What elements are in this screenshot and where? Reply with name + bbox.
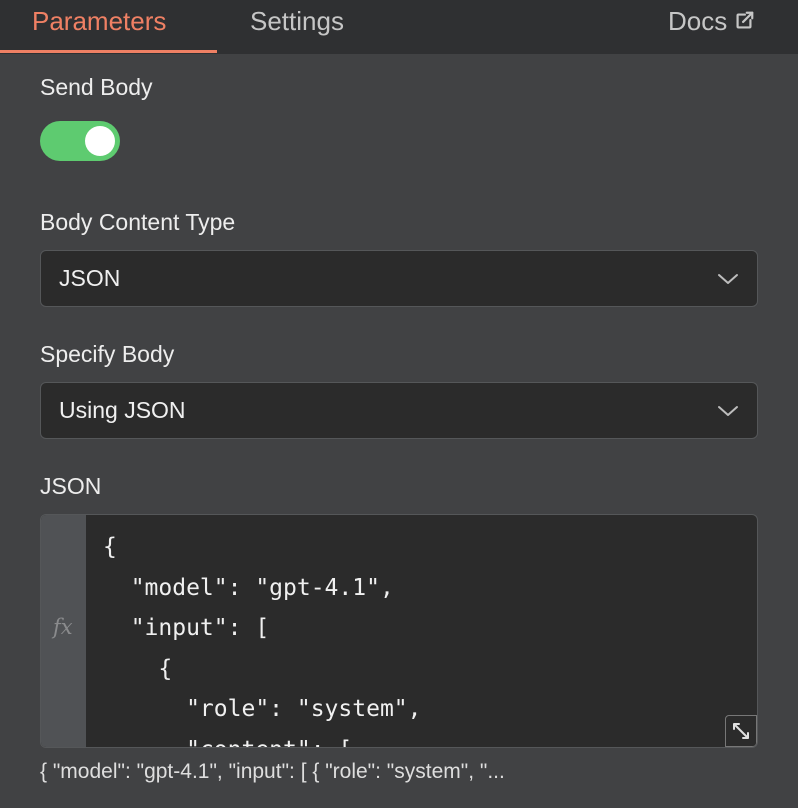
specify-body-value: Using JSON — [59, 397, 186, 423]
send-body-label: Send Body — [40, 74, 153, 100]
code-line: { — [103, 655, 173, 682]
fx-icon: fx — [53, 615, 73, 639]
code-line: "input": [ — [103, 615, 270, 641]
expand-editor-button[interactable] — [725, 715, 757, 747]
tab-parameters[interactable]: Parameters — [32, 6, 166, 36]
docs-link[interactable]: Docs — [668, 6, 755, 36]
specify-body-select[interactable]: Using JSON — [40, 382, 758, 439]
body-content-type-value: JSON — [59, 265, 121, 291]
code-line: { — [103, 534, 117, 560]
active-tab-indicator — [0, 50, 217, 53]
code-line: "model": "gpt-4.1", — [103, 574, 394, 601]
json-editor[interactable]: fx { "model": "gpt-4.1", "input": [ { "r… — [40, 514, 758, 748]
json-label: JSON — [40, 473, 102, 499]
expand-icon — [733, 723, 749, 739]
send-body-toggle[interactable] — [40, 121, 120, 161]
body-content-type-select[interactable]: JSON — [40, 250, 758, 307]
docs-label: Docs — [668, 6, 728, 36]
external-link-icon — [736, 11, 754, 29]
chevron-down-icon — [718, 406, 738, 416]
chevron-down-icon — [718, 274, 738, 284]
toggle-knob — [85, 126, 115, 156]
json-code[interactable]: { "model": "gpt-4.1", "input": [ { "role… — [103, 527, 422, 748]
specify-body-label: Specify Body — [40, 341, 175, 367]
code-line: "role": "system", — [103, 696, 422, 722]
tab-bar: Parameters Settings Docs — [0, 0, 798, 54]
tab-settings[interactable]: Settings — [250, 6, 344, 36]
body-content-type-label: Body Content Type — [40, 209, 236, 235]
expression-gutter: fx — [41, 515, 86, 747]
code-line: "content": [ — [103, 730, 422, 748]
json-preview: { "model": "gpt-4.1", "input": [ { "role… — [40, 760, 505, 783]
